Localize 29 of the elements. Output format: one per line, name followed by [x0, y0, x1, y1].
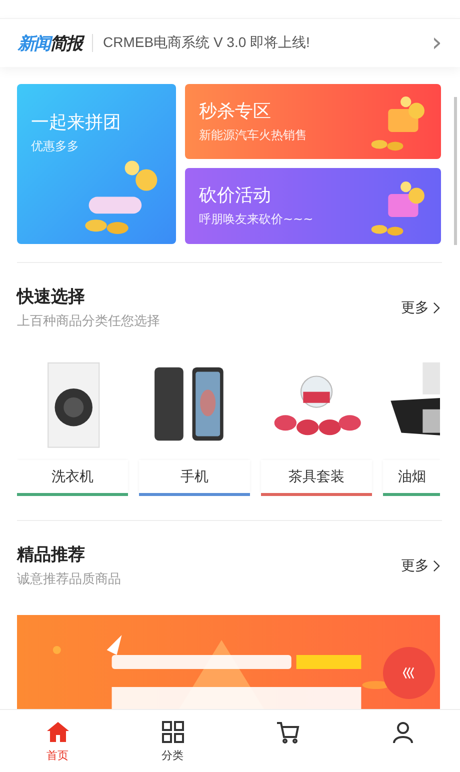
nav-tab[interactable]: 分类 — [115, 710, 230, 772]
section-title: 快速选择 — [17, 286, 85, 308]
promo-subtitle: 新能源汽车火热销售 — [199, 127, 307, 144]
chevron-right-icon — [433, 560, 440, 572]
chevron-right-icon: › — [432, 30, 442, 56]
news-bar[interactable]: 新闻简报 CRMEB电商系统 V 3.0 即将上线! › — [0, 18, 460, 67]
category-tab[interactable]: 手机 — [139, 460, 250, 493]
news-headline: CRMEB电商系统 V 3.0 即将上线! — [103, 34, 311, 52]
grid-icon — [160, 720, 184, 744]
nav-tab[interactable]: 首页 — [0, 710, 115, 772]
promo-subtitle: 优惠多多 — [31, 138, 79, 155]
promo-subtitle: 呼朋唤友来砍价~~~ — [199, 211, 314, 228]
section-subtitle: 上百种商品分类任您选择 — [17, 313, 160, 330]
category-tab[interactable]: 油烟 — [383, 460, 440, 493]
more-link[interactable]: 更多 — [401, 298, 440, 316]
category-tab[interactable]: 茶具套装 — [261, 460, 372, 493]
category-tab[interactable]: 洗衣机 — [17, 460, 128, 493]
promo-card[interactable]: 砍价活动 呼朋唤友来砍价~~~ — [185, 168, 441, 244]
chevron-right-icon — [433, 302, 440, 314]
section-title: 精品推荐 — [17, 544, 85, 566]
promo-title: 砍价活动 — [199, 184, 271, 207]
cart-icon — [276, 720, 300, 744]
home-icon — [46, 720, 70, 744]
more-link[interactable]: 更多 — [401, 556, 440, 574]
section-subtitle: 诚意推荐品质商品 — [17, 571, 121, 588]
news-logo: 新闻简报 — [18, 32, 82, 54]
promo-title: 秒杀专区 — [199, 100, 271, 123]
user-icon — [390, 720, 414, 744]
promo-title: 一起来拼团 — [31, 111, 121, 134]
